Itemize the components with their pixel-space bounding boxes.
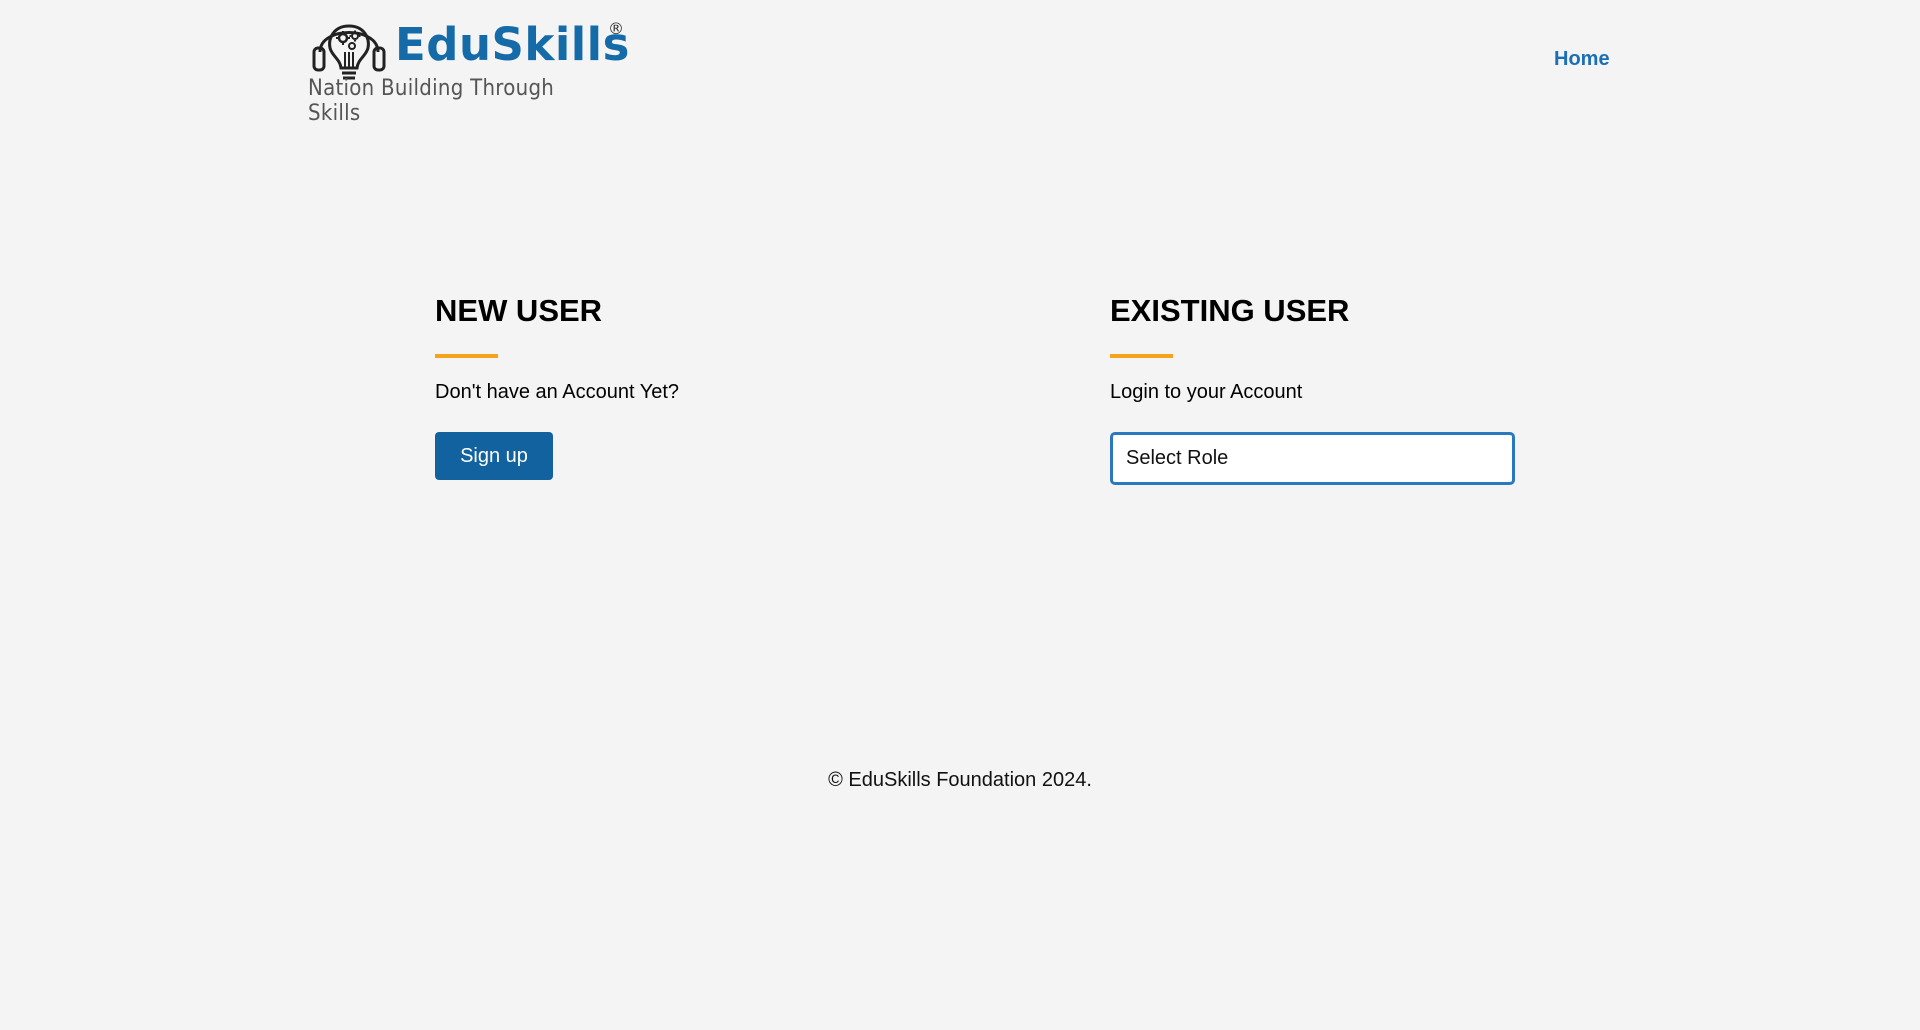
site-header: EduSkills ® Nation Building Through Skil… [0,0,1920,126]
copyright-text: © EduSkills Foundation 2024. [828,769,1092,791]
site-footer: © EduSkills Foundation 2024. [0,769,1920,792]
eduskills-logo[interactable]: EduSkills ® Nation Building Through Skil… [307,10,637,126]
logo-tagline: Nation Building Through Skills [308,76,555,126]
nav-home-link[interactable]: Home [1554,48,1610,71]
heading-underline [1110,354,1173,358]
select-role-value: Select Role [1126,447,1229,469]
new-user-heading: NEW USER [435,293,603,328]
sign-up-button[interactable]: Sign up [435,432,553,480]
new-user-prompt: Don't have an Account Yet? [435,381,680,403]
page: EduSkills ® Nation Building Through Skil… [0,0,1920,1030]
new-user-section: NEW USER Don't have an Account Yet? Sign… [435,295,895,480]
existing-user-prompt: Login to your Account [1110,381,1303,403]
existing-user-section: EXISTING USER Login to your Account Sele… [1110,295,1570,485]
select-role-dropdown[interactable]: Select Role [1110,432,1515,485]
heading-underline [435,354,498,358]
lightbulb-headphones-icon [312,24,386,80]
logo-brand-name: EduSkills [395,18,630,71]
existing-user-heading: EXISTING USER [1110,293,1350,328]
registered-mark: ® [608,19,624,38]
